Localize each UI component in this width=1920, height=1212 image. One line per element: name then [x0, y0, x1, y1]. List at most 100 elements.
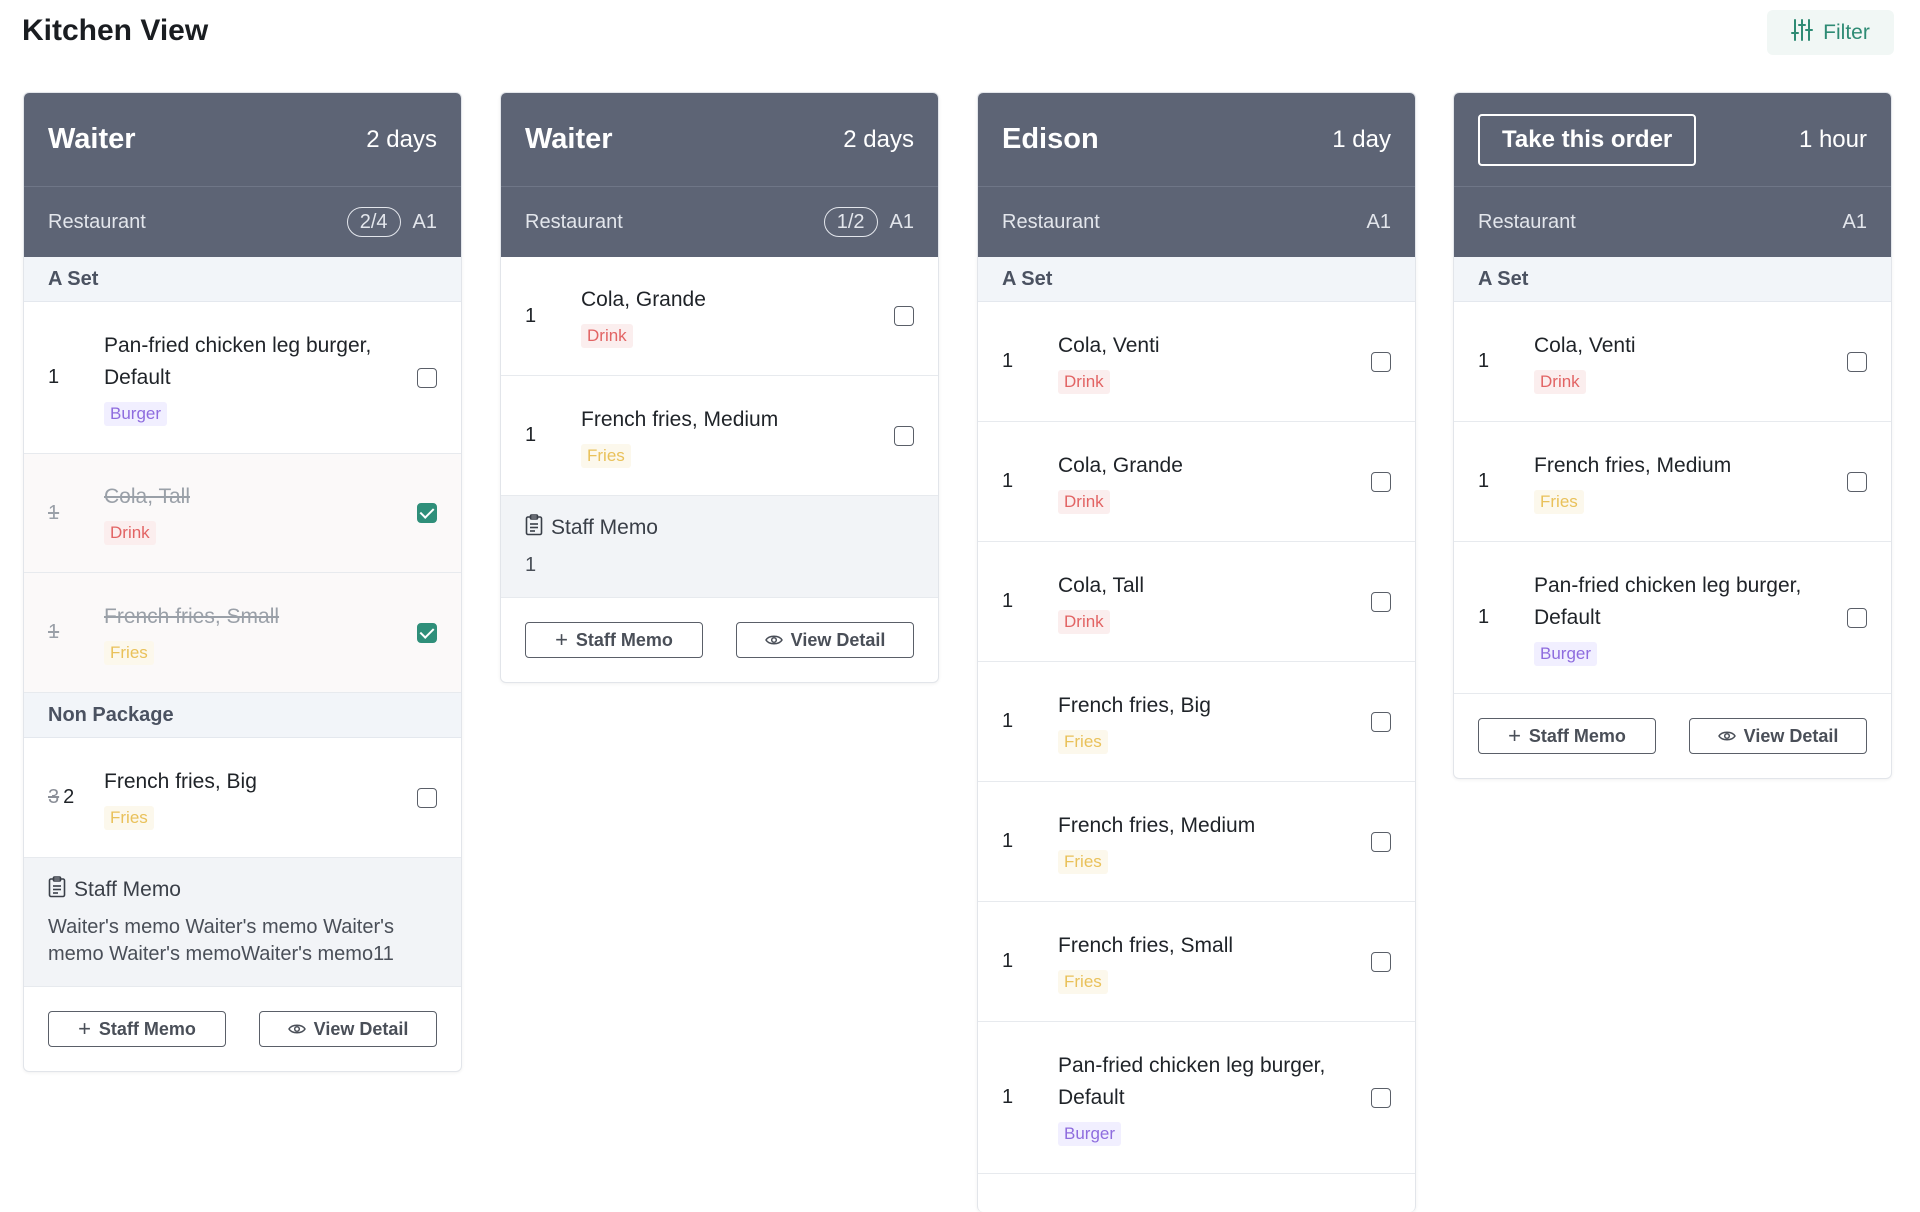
eye-icon	[1717, 726, 1736, 747]
group-header: Non Package	[24, 693, 461, 738]
order-item: 1 Cola, Grande Drink	[501, 257, 938, 376]
order-item: 1 French fries, Small Fries	[978, 902, 1415, 1022]
item-quantity: 1	[48, 366, 60, 388]
item-checkbox[interactable]	[1371, 351, 1391, 372]
progress-badge: 2/4	[346, 207, 401, 237]
eye-icon	[287, 1019, 306, 1040]
order-item: 1 Cola, Venti Drink	[1454, 302, 1891, 422]
table-label: A1	[1366, 210, 1391, 233]
clipboard-icon	[525, 514, 543, 542]
item-name: Pan-fried chicken leg burger, Default	[1058, 1053, 1326, 1109]
order-item: 1 French fries, Small Fries	[24, 573, 461, 693]
item-quantity: 1	[1002, 350, 1014, 372]
item-quantity: 3 2	[48, 786, 104, 809]
item-checkbox[interactable]	[1847, 471, 1867, 492]
memo-text: 1	[525, 554, 537, 576]
item-quantity: 1	[1478, 350, 1490, 372]
item-checkbox[interactable]	[417, 787, 437, 808]
category-tag: Fries	[1058, 969, 1108, 994]
item-checkbox[interactable]	[1371, 951, 1391, 972]
order-item: 1 Cola, Tall Drink	[24, 454, 461, 573]
order-card-header: Waiter 2 days Restaurant 2/4 A1	[24, 93, 461, 257]
item-name: French fries, Medium	[1534, 453, 1732, 477]
order-card-header: Edison 1 day Restaurant A1	[978, 93, 1415, 257]
group-header: A Set	[24, 257, 461, 302]
add-staff-memo-button[interactable]: + Staff Memo	[48, 1011, 226, 1047]
item-checkbox[interactable]	[1847, 351, 1867, 372]
view-detail-button[interactable]: View Detail	[736, 622, 914, 658]
item-checkbox[interactable]	[1371, 591, 1391, 612]
category-tag: Burger	[104, 401, 168, 426]
elapsed-time: 2 days	[366, 125, 437, 153]
item-quantity: 1	[1002, 830, 1014, 852]
staff-memo: Staff Memo Waiter's memo Waiter's memo W…	[24, 858, 461, 987]
category-tag: Fries	[104, 805, 154, 830]
item-checkbox[interactable]	[417, 367, 437, 388]
category-tag: Fries	[1058, 849, 1108, 874]
view-detail-button[interactable]: View Detail	[259, 1011, 437, 1047]
order-card-header: Waiter 2 days Restaurant 1/2 A1	[501, 93, 938, 257]
category-tag: Fries	[1534, 489, 1584, 514]
item-name: French fries, Medium	[581, 407, 779, 431]
category-tag: Drink	[104, 521, 156, 545]
item-checkbox[interactable]	[1371, 471, 1391, 492]
order-item: 1 French fries, Medium Fries	[1454, 422, 1891, 542]
order-card: Edison 1 day Restaurant A1 A Set 1 Cola,…	[977, 92, 1416, 1212]
add-staff-memo-button[interactable]: + Staff Memo	[1478, 718, 1656, 754]
location-label: Restaurant	[1002, 210, 1100, 233]
order-item: 3 2 French fries, Big Fries	[24, 738, 461, 858]
item-checkbox[interactable]	[1847, 607, 1867, 628]
item-name: Cola, Venti	[1058, 333, 1160, 357]
item-name: French fries, Big	[1058, 693, 1211, 717]
page-title: Kitchen View	[22, 14, 209, 47]
category-tag: Drink	[1534, 369, 1586, 394]
item-name: French fries, Big	[104, 769, 257, 793]
filter-button[interactable]: Filter	[1767, 10, 1894, 55]
plus-icon: +	[78, 1016, 91, 1041]
waiter-name: Waiter	[525, 123, 613, 155]
item-name: Pan-fried chicken leg burger, Default	[104, 333, 372, 389]
item-quantity: 1	[1478, 606, 1490, 628]
location-label: Restaurant	[525, 210, 623, 233]
plus-icon: +	[555, 627, 568, 652]
item-quantity: 1	[1002, 1086, 1014, 1108]
updated-quantity: 2	[63, 786, 75, 808]
item-name: French fries, Medium	[1058, 813, 1256, 837]
take-order-button[interactable]: Take this order	[1478, 113, 1697, 166]
item-quantity: 1	[525, 424, 537, 446]
add-staff-memo-button[interactable]: + Staff Memo	[525, 622, 703, 658]
item-quantity: 1	[48, 501, 60, 524]
waiter-name: Waiter	[48, 123, 136, 155]
item-checkbox[interactable]	[894, 306, 914, 326]
filter-icon	[1791, 18, 1814, 48]
item-name: Cola, Grande	[1058, 453, 1183, 477]
plus-icon: +	[1508, 723, 1521, 748]
category-tag: Fries	[581, 443, 631, 468]
category-tag: Drink	[1058, 489, 1110, 514]
item-checkbox[interactable]	[417, 503, 437, 523]
item-checkbox[interactable]	[1371, 711, 1391, 732]
view-detail-button[interactable]: View Detail	[1689, 718, 1867, 754]
original-quantity: 3	[48, 786, 60, 808]
category-tag: Fries	[104, 640, 154, 665]
item-name: French fries, Small	[1058, 933, 1234, 957]
memo-title: Staff Memo	[74, 878, 181, 901]
item-checkbox[interactable]	[417, 622, 437, 643]
elapsed-time: 2 days	[843, 125, 914, 153]
order-item: 1 French fries, Big Fries	[978, 662, 1415, 782]
filter-label: Filter	[1823, 20, 1870, 44]
order-card: Waiter 2 days Restaurant 2/4 A1 A Set 1 …	[23, 92, 462, 1072]
item-quantity: 1	[48, 621, 60, 643]
item-checkbox[interactable]	[894, 425, 914, 446]
waiter-name: Edison	[1002, 123, 1099, 155]
item-name: Cola, Venti	[1534, 333, 1636, 357]
item-checkbox[interactable]	[1371, 831, 1391, 852]
order-item: 1 Pan-fried chicken leg burger, Default …	[24, 302, 461, 454]
item-quantity: 1	[1478, 470, 1490, 492]
item-checkbox[interactable]	[1371, 1087, 1391, 1108]
table-label: A1	[1842, 210, 1867, 233]
order-item: 1 Cola, Venti Drink	[978, 302, 1415, 422]
item-name: Cola, Grande	[581, 288, 706, 311]
item-quantity: 1	[1002, 710, 1014, 732]
order-item: 1 French fries, Medium Fries	[978, 782, 1415, 902]
